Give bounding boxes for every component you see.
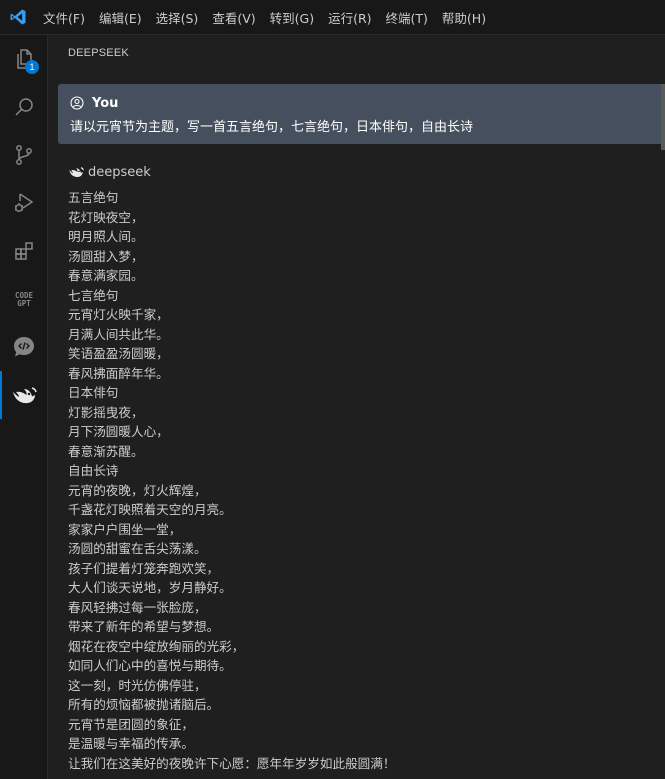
- menu-edit[interactable]: 编辑(E): [92, 0, 149, 34]
- user-message-header: You: [70, 94, 657, 112]
- menu-help[interactable]: 帮助(H): [435, 0, 493, 34]
- answer-line: 春意满家园。: [68, 268, 144, 283]
- run-debug-icon: [15, 193, 34, 212]
- deepseek-logo-icon: [69, 167, 84, 178]
- answer-line: 灯影摇曳夜，: [68, 404, 144, 420]
- answer-line: 让我们在这美好的夜晚许下心愿：愿年年岁岁如此般圆满！: [68, 755, 396, 771]
- answer-line: 月满人间共此华。: [68, 326, 169, 342]
- activity-search[interactable]: [0, 83, 48, 131]
- answer-line: 元宵灯火映千家，: [68, 307, 169, 322]
- answer-line: 日本俳句: [68, 385, 119, 400]
- explorer-badge: 1: [25, 60, 39, 74]
- answer-line: 七言绝句: [68, 287, 119, 303]
- answer-line: 自由长诗: [68, 463, 119, 478]
- answer-line: 笑语盈盈汤圆暖，: [68, 346, 169, 361]
- user-name: You: [92, 95, 119, 111]
- answer-line: 春风轻拂过每一张脸庞，: [68, 599, 207, 615]
- menu-view[interactable]: 查看(V): [205, 0, 262, 34]
- answer-line: 汤圆的甜蜜在舌尖荡漾。: [68, 541, 207, 556]
- deepseek-icon: [13, 387, 37, 404]
- activity-chat-code[interactable]: [0, 323, 48, 371]
- activity-source-control[interactable]: [0, 131, 48, 179]
- user-message: You 请以元宵节为主题，写一首五言绝句，七言绝句，日本俳句，自由长诗: [58, 84, 665, 144]
- answer-line: 元宵的夜晚，灯火辉煌，: [68, 482, 207, 498]
- chat-code-icon: [14, 337, 34, 357]
- activity-extensions[interactable]: [0, 227, 48, 275]
- answer-line: 五言绝句: [68, 190, 119, 205]
- user-avatar-icon: [70, 96, 84, 110]
- codegpt-icon: CODE GPT: [15, 291, 34, 308]
- answer-line: 千盏花灯映照着天空的月亮。: [68, 502, 232, 517]
- answer-line: 这一刻，时光仿佛停驻，: [68, 677, 207, 693]
- bot-message-header: deepseek: [68, 163, 151, 181]
- answer-line: 大人们谈天说地，岁月静好。: [68, 580, 232, 595]
- deepseek-panel: DEEPSEEK You 请以元宵节为主题，写一首五言绝句，七言绝句，日本俳句，…: [48, 35, 665, 779]
- answer-line: 元宵节是团圆的象征，: [68, 716, 194, 732]
- bot-name: deepseek: [88, 164, 151, 180]
- answer-line: 是温暖与幸福的传承。: [68, 736, 194, 751]
- svg-text:GPT: GPT: [17, 299, 31, 308]
- answer-line: 所有的烦恼都被抛诸脑后。: [68, 697, 220, 712]
- answer-line: 明月照人间。: [68, 229, 144, 244]
- menu-file[interactable]: 文件(F): [36, 0, 92, 34]
- answer-line: 如同人们心中的喜悦与期待。: [68, 658, 232, 673]
- answer-line: 汤圆甜入梦，: [68, 248, 144, 264]
- activity-explorer[interactable]: 1: [0, 35, 48, 83]
- activity-codegpt[interactable]: CODE GPT: [0, 275, 48, 323]
- extensions-icon: [15, 242, 33, 260]
- activity-bar: 1 CODE GPT: [0, 35, 48, 779]
- panel-title: DEEPSEEK: [68, 46, 129, 59]
- menu-go[interactable]: 转到(G): [263, 0, 321, 34]
- title-bar: 文件(F) 编辑(E) 选择(S) 查看(V) 转到(G) 运行(R) 终端(T…: [0, 0, 665, 35]
- activity-deepseek[interactable]: [0, 371, 48, 419]
- answer-line: 月下汤圆暖人心，: [68, 424, 169, 439]
- activity-run-debug[interactable]: [0, 179, 48, 227]
- answer-line: 家家户户围坐一堂，: [68, 521, 182, 537]
- answer-line: 带来了新年的希望与梦想。: [68, 619, 220, 634]
- answer-line: 春意渐苏醒。: [68, 443, 144, 459]
- answer-line: 花灯映夜空，: [68, 209, 144, 225]
- menu-selection[interactable]: 选择(S): [149, 0, 206, 34]
- menu-terminal[interactable]: 终端(T): [379, 0, 435, 34]
- answer-line: 春风拂面醉年华。: [68, 365, 169, 381]
- vscode-logo-icon: [0, 0, 36, 35]
- source-control-icon: [16, 145, 32, 165]
- scrollbar-thumb[interactable]: [661, 84, 665, 150]
- bot-message-text: 五言绝句花灯映夜空， 明月照人间。 汤圆甜入梦， 春意满家园。 七言绝句元宵灯火映千家，…: [68, 188, 658, 773]
- user-message-text: 请以元宵节为主题，写一首五言绝句，七言绝句，日本俳句，自由长诗: [70, 120, 474, 135]
- menu-bar: 文件(F) 编辑(E) 选择(S) 查看(V) 转到(G) 运行(R) 终端(T…: [36, 0, 493, 34]
- answer-line: 烟花在夜空中绽放绚丽的光彩，: [68, 638, 245, 654]
- menu-run[interactable]: 运行(R): [321, 0, 378, 34]
- answer-line: 孩子们提着灯笼奔跑欢笑，: [68, 560, 220, 576]
- search-icon: [15, 98, 33, 116]
